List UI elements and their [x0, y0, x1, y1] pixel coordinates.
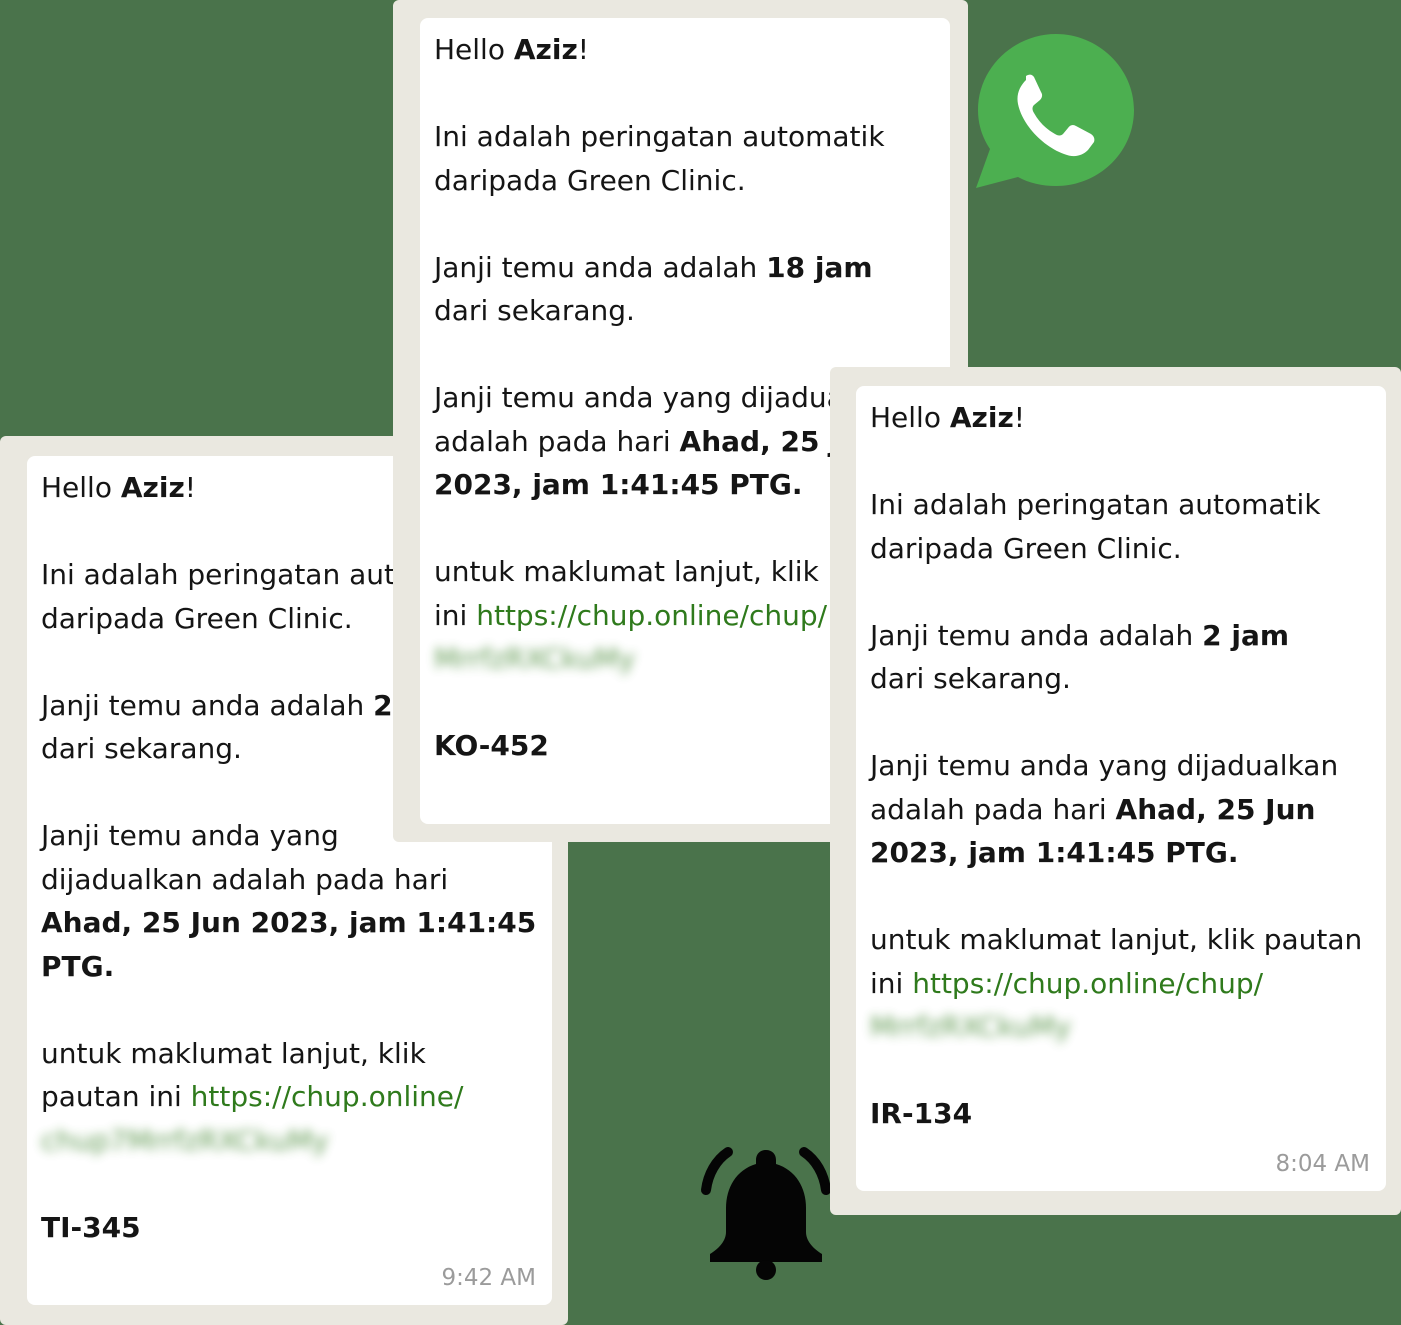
recipient-name: Aziz [120, 471, 185, 504]
schedule-text: Janji temu anda yang [41, 819, 339, 852]
time-value: 18 jam [766, 250, 873, 284]
info-text: untuk maklumat lanjut, klik pautan [870, 923, 1363, 956]
intro-text: daripada Green Clinic. [870, 531, 1182, 565]
recipient-name: Aziz [949, 401, 1014, 434]
time-text: dari sekarang. [41, 732, 242, 765]
bell-icon [701, 1147, 831, 1280]
message-timestamp: 9:42 AM [441, 1265, 536, 1291]
schedule-date: 2023, jam 1:41:45 PTG. [870, 836, 1239, 869]
appointment-code: TI-345 [41, 1210, 141, 1244]
info-text: pautan ini [41, 1080, 191, 1113]
appointment-link-blurred[interactable]: chup7MrrfzRXCkuMy [41, 1119, 329, 1163]
time-text: Janji temu anda adalah [434, 250, 767, 284]
greeting-text: Hello [434, 33, 514, 66]
intro-text: Ini adalah peringatan automatik [870, 488, 1321, 521]
appointment-link-blurred[interactable]: MrrfzRXCkuMy [434, 637, 635, 681]
info-text: ini [870, 966, 913, 1000]
appointment-code: KO-452 [434, 729, 549, 762]
time-text: dari sekarang. [870, 662, 1071, 695]
schedule-date: 2023, jam 1:41:45 PTG. [434, 468, 803, 501]
recipient-name: Aziz [513, 33, 578, 66]
appointment-link-blurred[interactable]: MrrfzRXCkuMy [870, 1005, 1071, 1049]
info-text: untuk maklumat lanjut, klik [41, 1036, 426, 1070]
greeting-text: Hello [870, 401, 950, 434]
greeting-punct: ! [184, 471, 196, 504]
message-bubble-ir-134: Hello Aziz! Ini adalah peringatan automa… [856, 386, 1386, 1191]
message-body: Hello Aziz! Ini adalah peringatan automa… [870, 396, 1380, 1136]
time-text: dari sekarang. [434, 294, 635, 327]
schedule-text: adalah pada hari [434, 424, 680, 458]
schedule-date: Ahad, 25 Jun 2023, jam 1:41:45 [41, 906, 537, 939]
appointment-code: IR-134 [870, 1097, 973, 1130]
time-value: 2 jam [1202, 618, 1290, 652]
greeting-text: Hello [41, 471, 121, 504]
message-timestamp: 8:04 AM [1275, 1151, 1370, 1177]
time-text: Janji temu anda adalah [41, 688, 374, 722]
schedule-text: dijadualkan adalah pada hari [41, 862, 449, 896]
greeting-punct: ! [577, 33, 589, 66]
info-text: ini [434, 598, 477, 632]
schedule-date: PTG. [41, 949, 115, 983]
schedule-date: Ahad, 25 Jun [1115, 792, 1316, 826]
whatsapp-icon [976, 34, 1134, 188]
appointment-link[interactable]: https://chup.online/chup/ [912, 967, 1263, 1000]
time-text: Janji temu anda adalah [870, 618, 1203, 652]
intro-text: daripada Green Clinic. [41, 601, 353, 635]
schedule-text: adalah pada hari [870, 792, 1116, 826]
intro-text: Ini adalah peringatan automatik [434, 120, 885, 153]
appointment-link[interactable]: https://chup.online/chup/ [476, 599, 827, 632]
schedule-text: Janji temu anda yang dijadualkan [870, 749, 1339, 782]
intro-text: daripada Green Clinic. [434, 163, 746, 197]
greeting-punct: ! [1013, 401, 1025, 434]
appointment-link[interactable]: https://chup.online/ [191, 1080, 464, 1113]
